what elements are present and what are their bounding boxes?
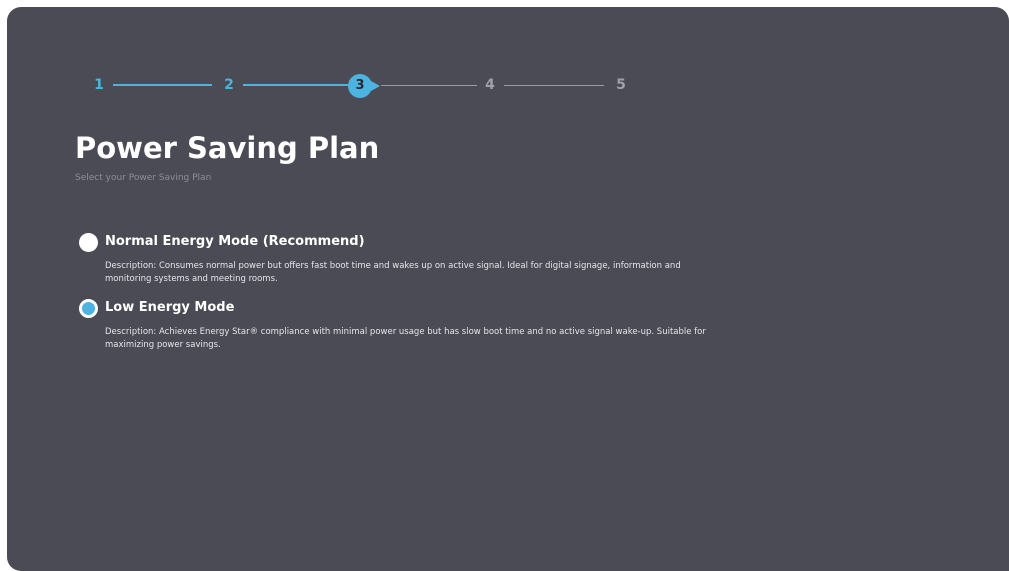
step-3-current: 3: [348, 74, 380, 98]
page-title: Power Saving Plan: [75, 131, 380, 165]
page-subtitle: Select your Power Saving Plan: [75, 173, 212, 183]
option-description: Description: Consumes normal power but o…: [105, 261, 681, 284]
radio-low-energy-mode-selected[interactable]: [79, 299, 98, 318]
option-normal-energy-mode[interactable]: Normal Energy Mode (Recommend) Descripti…: [79, 233, 729, 293]
step-4: 4: [485, 77, 495, 93]
step-connector-3: [381, 85, 477, 86]
option-description: Description: Achieves Energy Star® compl…: [105, 327, 706, 350]
step-connector-2: [243, 84, 348, 86]
step-1: 1: [94, 77, 104, 93]
step-connector-4: [504, 85, 604, 86]
option-low-energy-mode[interactable]: Low Energy Mode Description: Achieves En…: [79, 299, 729, 359]
step-connector-1: [113, 84, 212, 86]
option-label: Normal Energy Mode (Recommend): [105, 234, 365, 249]
radio-normal-energy-mode[interactable]: [79, 233, 98, 252]
step-5: 5: [616, 77, 626, 93]
setup-panel: 1 2 3 4 5 Power Saving Plan Select your …: [7, 7, 1009, 571]
step-2: 2: [224, 77, 234, 93]
option-label: Low Energy Mode: [105, 300, 235, 315]
